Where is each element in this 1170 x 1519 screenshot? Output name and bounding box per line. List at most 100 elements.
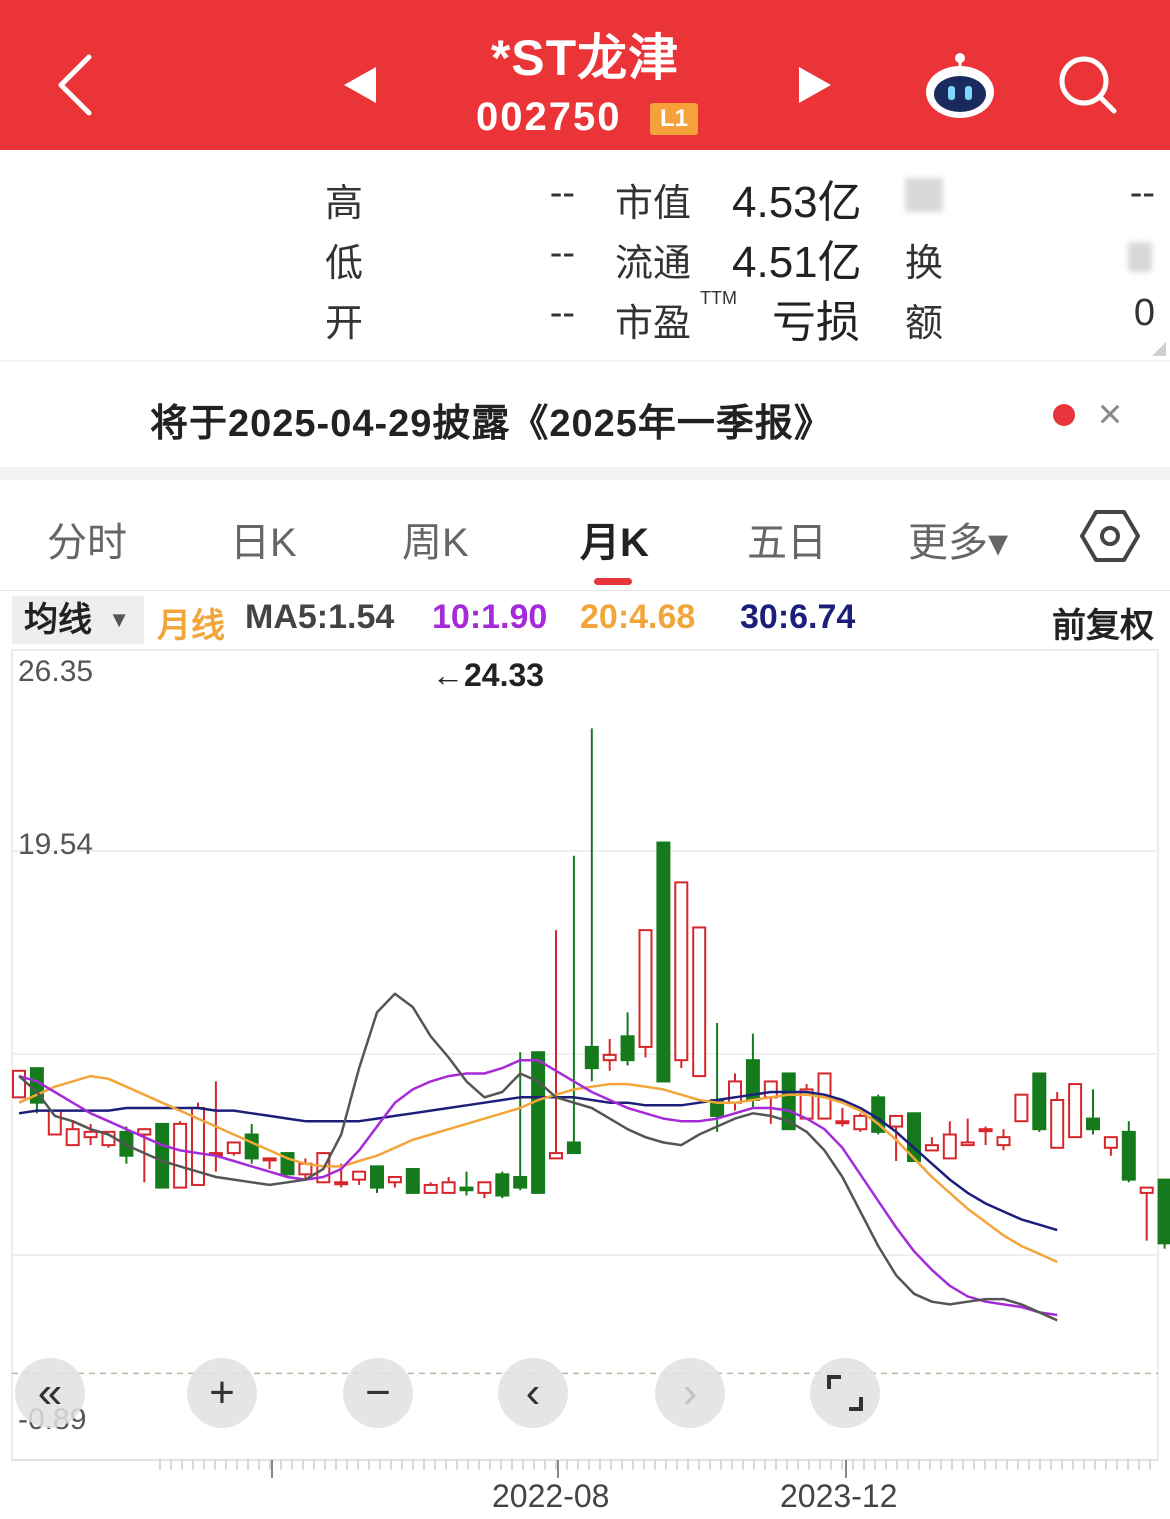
ma-select-label: 均线 bbox=[24, 601, 92, 639]
candles bbox=[12, 728, 1170, 1249]
candle-down bbox=[513, 1175, 528, 1189]
y-tick-mid: 19.54 bbox=[18, 828, 94, 861]
earnings-notice[interactable]: 将于2025-04-29披露《2025年一季报》 bbox=[0, 362, 1170, 467]
market-cap-value: 4.53亿 bbox=[732, 178, 862, 227]
peak-price-label: ←24.33 bbox=[432, 657, 545, 693]
expand-corner-icon[interactable] bbox=[1152, 342, 1166, 356]
triangle-right-icon bbox=[799, 67, 831, 103]
tab-divider bbox=[0, 590, 1170, 591]
candle-down bbox=[495, 1173, 510, 1197]
unread-dot-icon bbox=[1053, 404, 1075, 426]
candle-up bbox=[226, 1141, 241, 1155]
ma30-value: 30:6.74 bbox=[740, 598, 856, 636]
kline-chart[interactable] bbox=[0, 645, 1170, 1519]
float-cap-value: 4.51亿 bbox=[732, 238, 862, 287]
scroll-left-button[interactable]: ‹ bbox=[498, 1358, 568, 1428]
low-value: -- bbox=[549, 232, 575, 274]
candle-down bbox=[459, 1186, 474, 1192]
candle-up bbox=[12, 1069, 26, 1099]
high-label: 高 bbox=[325, 183, 364, 225]
candle-up bbox=[549, 1152, 563, 1160]
candle-up bbox=[1050, 1098, 1065, 1149]
obscured-value bbox=[1128, 242, 1152, 272]
candle-up bbox=[692, 926, 707, 1078]
low-label: 低 bbox=[325, 243, 364, 285]
chevron-left-icon: ‹ bbox=[525, 1368, 541, 1417]
tab-daily-k[interactable]: 日K bbox=[230, 510, 297, 568]
triangle-left-icon bbox=[344, 67, 376, 103]
robot-icon bbox=[926, 53, 994, 118]
stock-name: *ST龙津 bbox=[490, 30, 680, 86]
notice-close-button[interactable]: × bbox=[1090, 390, 1130, 440]
candle-up bbox=[423, 1183, 438, 1194]
minus-icon: − bbox=[365, 1368, 391, 1417]
candle-up bbox=[1139, 1186, 1154, 1194]
pe-label: 市盈 bbox=[615, 303, 692, 345]
tab-more[interactable]: 更多▾ bbox=[908, 510, 1008, 568]
prev-stock-button[interactable] bbox=[330, 55, 390, 115]
tab-weekly-k[interactable]: 周K bbox=[402, 510, 469, 568]
notice-text: 将于2025-04-29披露《2025年一季报》 bbox=[150, 403, 833, 445]
x-label-1: 2022-08 bbox=[492, 1478, 610, 1514]
assistant-button[interactable] bbox=[915, 45, 1005, 125]
chevron-right-icon: › bbox=[682, 1368, 698, 1417]
search-icon bbox=[1059, 56, 1117, 114]
candle-up bbox=[352, 1170, 367, 1181]
ma-period-label: 月线 bbox=[157, 607, 225, 645]
candle-up bbox=[137, 1128, 152, 1136]
candle-down bbox=[1157, 1178, 1170, 1245]
candle-up bbox=[638, 929, 653, 1048]
zoom-in-button[interactable]: + bbox=[187, 1358, 257, 1428]
pe-value: 亏损 bbox=[772, 298, 860, 347]
ma5-value: MA5:1.54 bbox=[245, 598, 395, 636]
ma10-value: 10:1.90 bbox=[432, 598, 548, 636]
candle-up bbox=[1103, 1136, 1118, 1149]
back-button[interactable] bbox=[40, 40, 110, 130]
candle-up bbox=[960, 1141, 975, 1147]
candle-up bbox=[441, 1181, 456, 1194]
high-value: -- bbox=[549, 172, 575, 214]
price-adjust-toggle[interactable]: 前复权 bbox=[1052, 598, 1154, 647]
scroll-right-button[interactable]: › bbox=[655, 1358, 725, 1428]
candle-up bbox=[889, 1114, 904, 1128]
candle-up bbox=[65, 1128, 80, 1147]
active-tab-indicator bbox=[594, 578, 632, 585]
candle-up bbox=[942, 1133, 957, 1160]
collapse-button[interactable]: « bbox=[15, 1358, 85, 1428]
candle-up bbox=[602, 1053, 617, 1062]
zoom-out-button[interactable]: − bbox=[343, 1358, 413, 1428]
tab-five-day[interactable]: 五日 bbox=[747, 510, 827, 568]
x-label-2: 2023-12 bbox=[780, 1478, 898, 1514]
float-cap-label: 流通 bbox=[615, 243, 692, 285]
candle-down bbox=[620, 1035, 635, 1062]
ma20-value: 20:4.68 bbox=[580, 598, 696, 636]
candle-up bbox=[835, 1120, 850, 1125]
next-stock-button[interactable] bbox=[785, 55, 845, 115]
row1-value: -- bbox=[1129, 172, 1155, 214]
tab-monthly-k[interactable]: 月K bbox=[580, 510, 649, 568]
candle-up bbox=[763, 1080, 778, 1099]
candle-down bbox=[1121, 1130, 1136, 1181]
candle-up bbox=[1068, 1083, 1083, 1139]
pe-ttm-label: TTM bbox=[700, 288, 737, 308]
candle-up bbox=[477, 1181, 492, 1194]
candle-down bbox=[244, 1133, 259, 1160]
candle-up bbox=[387, 1175, 402, 1184]
candle-up bbox=[674, 881, 689, 1062]
candle-up bbox=[728, 1080, 742, 1104]
obscured-label bbox=[905, 178, 943, 212]
open-label: 开 bbox=[325, 303, 364, 345]
ma-indicator-select[interactable]: 均线 ▼ bbox=[12, 596, 144, 644]
turnover-label: 换 bbox=[905, 243, 944, 285]
amount-label: 额 bbox=[905, 303, 944, 345]
search-button[interactable] bbox=[1048, 45, 1128, 125]
candle-up bbox=[924, 1144, 939, 1152]
y-tick-top: 26.35 bbox=[18, 655, 94, 688]
fullscreen-button[interactable] bbox=[810, 1358, 880, 1428]
level-badge: L1 bbox=[650, 103, 698, 135]
chart-settings-button[interactable] bbox=[1080, 508, 1140, 564]
candle-down bbox=[405, 1168, 420, 1194]
candle-down bbox=[584, 1045, 599, 1070]
candle-down bbox=[531, 1051, 546, 1194]
tab-intraday[interactable]: 分时 bbox=[47, 510, 127, 568]
